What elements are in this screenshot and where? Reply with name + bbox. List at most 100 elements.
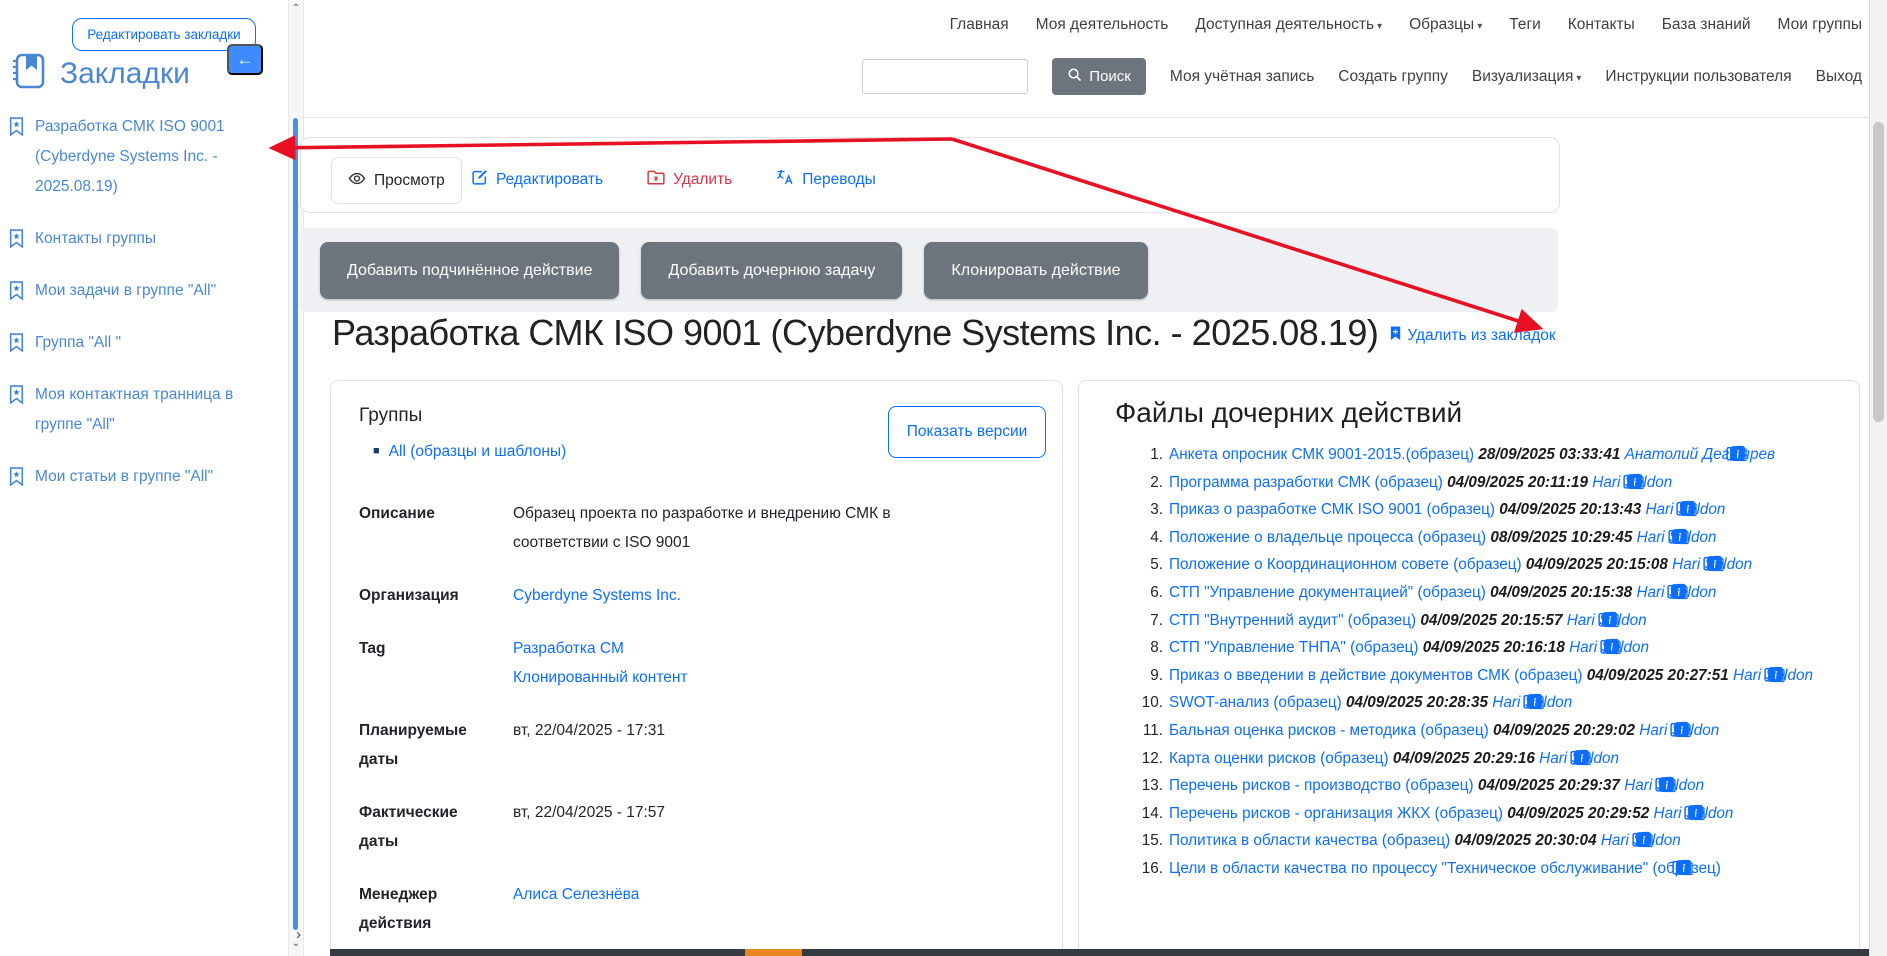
file-link[interactable]: СТП "Управление ТНПА" (образец) — [1169, 639, 1419, 656]
bookmark-link[interactable]: Мои задачи в группе "All" — [35, 276, 216, 306]
file-row: 8.СТП "Управление ТНПА" (образец) 04/09/… — [1169, 636, 1860, 664]
file-row: 13.Перечень рисков - производство (образ… — [1169, 774, 1860, 802]
file-date: 04/09/2025 20:29:02 — [1493, 722, 1635, 739]
file-link[interactable]: СТП "Внутренний аудит" (образец) — [1169, 612, 1416, 629]
sidebar-expander-icon[interactable]: › — [296, 926, 301, 943]
bookmark-star-icon — [8, 462, 25, 492]
journal-bookmark-icon — [10, 52, 46, 95]
nav-item-инструкции-пользователя[interactable]: Инструкции пользователя — [1605, 68, 1791, 86]
page-scrollbar-thumb[interactable] — [1873, 122, 1884, 422]
file-link[interactable]: Цели в области качества по процессу "Тех… — [1169, 860, 1721, 877]
field-value-link[interactable]: Клонированный контент — [513, 663, 953, 692]
file-link[interactable]: Карта оценки рисков (образец) — [1169, 750, 1389, 767]
nav-item-образцы[interactable]: Образцы▾ — [1409, 16, 1482, 34]
bookmark-link[interactable]: Мои статьи в группе "All" — [35, 462, 213, 492]
file-number: 12. — [1115, 747, 1163, 772]
app-root: Редактировать закладки Закладки ← Разраб… — [0, 0, 1887, 956]
field-label: Описание — [359, 499, 489, 557]
action-details-card: Группы ■All (образцы и шаблоны) Показать… — [330, 380, 1063, 956]
remove-from-bookmarks-link[interactable]: Удалить из закладок — [1388, 325, 1555, 346]
header-divider — [302, 117, 1887, 118]
file-link[interactable]: Политика в области качества (образец) — [1169, 832, 1450, 849]
file-link[interactable]: Приказ о введении в действие документов … — [1169, 667, 1583, 684]
scroll-up-icon[interactable]: ⌃ — [289, 3, 303, 14]
tab-удалить[interactable]: Удалить — [647, 169, 732, 190]
bookmark-item: Мои задачи в группе "All" — [8, 276, 266, 306]
search-input[interactable] — [862, 59, 1028, 94]
file-number: 2. — [1115, 471, 1163, 496]
file-number: 3. — [1115, 498, 1163, 523]
bookmark-link[interactable]: Контакты группы — [35, 224, 156, 254]
action-button[interactable]: Добавить подчинённое действие — [320, 242, 619, 299]
sidebar-scrollbar-thumb[interactable] — [293, 118, 298, 930]
field-value-link[interactable]: Разработка СМ — [513, 634, 953, 663]
file-date: 28/09/2025 03:33:41 — [1478, 446, 1620, 463]
bookmark-link[interactable]: Группа "All " — [35, 328, 121, 358]
file-date: 04/09/2025 20:29:52 — [1507, 805, 1649, 822]
bookmark-item: Группа "All " — [8, 328, 266, 358]
file-link[interactable]: Приказ о разработке СМК ISO 9001 (образе… — [1169, 501, 1495, 518]
nav-item-моя-деятельность[interactable]: Моя деятельность — [1036, 16, 1169, 34]
field-label: Организация — [359, 581, 489, 610]
nav-item-моя-учётная-запись[interactable]: Моя учётная запись — [1170, 68, 1314, 86]
file-number: 10. — [1115, 691, 1163, 716]
field-value-link[interactable]: Алиса Селезнёва — [513, 880, 953, 909]
tab-переводы[interactable]: Переводы — [776, 169, 876, 190]
file-row: 1.Анкета опросник СМК 9001-2015.(образец… — [1169, 443, 1860, 471]
tab-просмотр[interactable]: Просмотр — [331, 157, 462, 204]
nav-item-контакты[interactable]: Контакты — [1568, 16, 1635, 34]
file-link[interactable]: Программа разработки СМК (образец) — [1169, 474, 1443, 491]
field-label: Менеджер действия — [359, 880, 489, 938]
field-row: Описание Образец проекта по разработке и … — [359, 499, 1034, 557]
file-link[interactable]: СТП "Управление документацией" (образец) — [1169, 584, 1486, 601]
translate-icon — [776, 169, 794, 190]
chevron-down-icon: ▾ — [1576, 73, 1581, 84]
bookmark-link[interactable]: Моя контактная транница в группе "All" — [35, 380, 266, 440]
page-scrollbar[interactable] — [1869, 0, 1887, 956]
file-link[interactable]: Положение о Координационном совете (обра… — [1169, 556, 1522, 573]
nav-item-создать-группу[interactable]: Создать группу — [1338, 68, 1448, 86]
nav-item-главная[interactable]: Главная — [950, 16, 1009, 34]
field-value: Разработка СМКлонированный контент — [513, 634, 953, 692]
field-value-link[interactable]: Cyberdyne Systems Inc. — [513, 581, 953, 610]
bookmark-item: Разработка СМК ISO 9001 (Cyberdyne Syste… — [8, 112, 266, 202]
nav-item-мои-группы[interactable]: Мои группы — [1778, 16, 1862, 34]
title-row: Разработка СМК ISO 9001 (Cyberdyne Syste… — [332, 312, 1872, 354]
file-link[interactable]: Положение о владельце процесса (образец) — [1169, 529, 1486, 546]
file-number: 9. — [1115, 664, 1163, 689]
nav-item-визуализация[interactable]: Визуализация▾ — [1472, 68, 1582, 86]
file-link[interactable]: Перечень рисков - производство (образец) — [1169, 777, 1474, 794]
field-value-text: вт, 22/04/2025 - 17:57 — [513, 798, 953, 827]
nav-item-база-знаний[interactable]: База знаний — [1662, 16, 1751, 34]
file-number: 5. — [1115, 553, 1163, 578]
chevron-down-icon: ▾ — [1377, 21, 1382, 32]
file-link[interactable]: Анкета опросник СМК 9001-2015.(образец) — [1169, 446, 1474, 463]
bookmark-star-icon — [8, 224, 25, 254]
file-link[interactable]: SWOT-анализ (образец) — [1169, 694, 1342, 711]
bookmarks-header: Закладки — [10, 52, 190, 95]
file-link[interactable]: Бальная оценка рисков - методика (образе… — [1169, 722, 1489, 739]
file-number: 8. — [1115, 636, 1163, 661]
search-button[interactable]: Поиск — [1052, 58, 1146, 95]
file-date: 04/09/2025 20:11:19 — [1447, 474, 1588, 491]
show-versions-button[interactable]: Показать версии — [888, 406, 1046, 458]
file-row: 10.SWOT-анализ (образец) 04/09/2025 20:2… — [1169, 691, 1860, 719]
pencil-square-icon — [471, 169, 488, 191]
secondary-nav: Поиск Моя учётная запись Создать группу Ви… — [640, 58, 1862, 95]
file-date: 04/09/2025 20:15:38 — [1490, 584, 1632, 601]
tab-редактировать[interactable]: Редактировать — [471, 169, 603, 191]
bottom-bar-orange-segment — [745, 949, 802, 956]
group-link[interactable]: All (образцы и шаблоны) — [389, 443, 567, 460]
field-value: вт, 22/04/2025 - 17:57 — [513, 798, 953, 856]
field-label: Фактические даты — [359, 798, 489, 856]
file-number: 6. — [1115, 581, 1163, 606]
collapse-sidebar-button[interactable]: ← — [227, 44, 263, 75]
file-link[interactable]: Перечень рисков - организация ЖКХ (образ… — [1169, 805, 1503, 822]
bookmark-link[interactable]: Разработка СМК ISO 9001 (Cyberdyne Syste… — [35, 112, 266, 202]
nav-item-выход[interactable]: Выход — [1816, 68, 1862, 86]
nav-item-теги[interactable]: Теги — [1509, 16, 1541, 34]
field-value: Образец проекта по разработке и внедрени… — [513, 499, 953, 557]
action-button[interactable]: Добавить дочернюю задачу — [641, 242, 902, 299]
nav-item-доступная-деятельность[interactable]: Доступная деятельность▾ — [1195, 16, 1382, 34]
action-button[interactable]: Клонировать действие — [924, 242, 1147, 299]
